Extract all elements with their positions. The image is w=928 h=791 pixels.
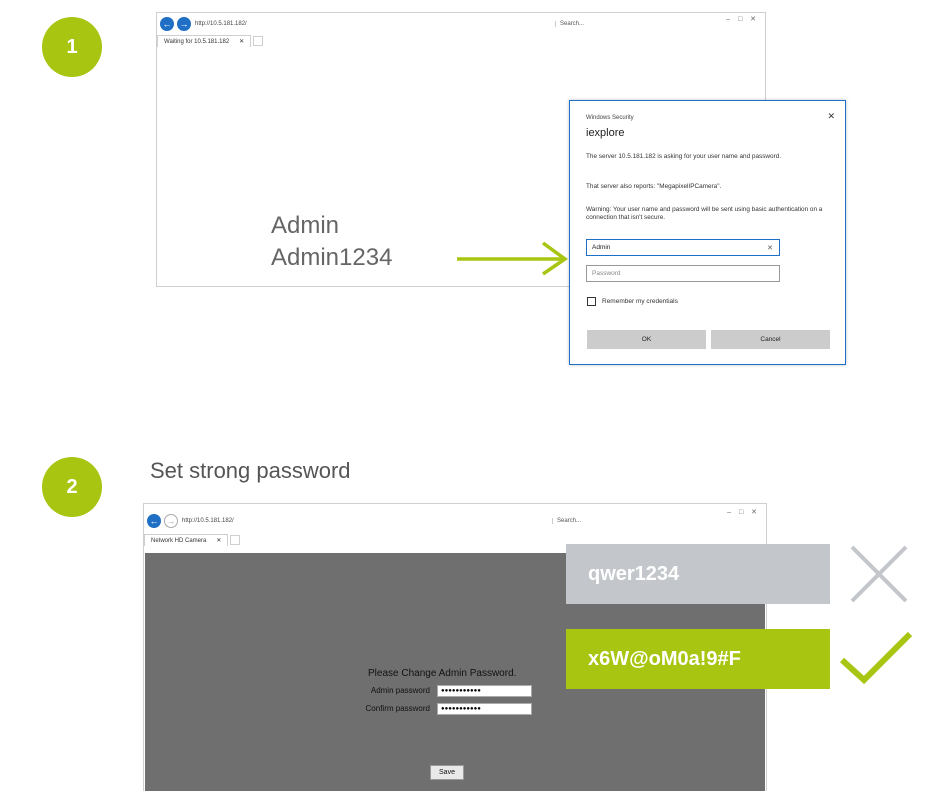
dialog-header: Windows Security	[586, 115, 634, 121]
strong-password-text: x6W@oM0a!9#F	[588, 647, 741, 670]
step-2-number: 2	[66, 475, 78, 498]
confirm-password-label: Confirm password	[365, 704, 430, 713]
back-button[interactable]: ←	[160, 17, 174, 31]
tab-close-icon[interactable]: ✕	[239, 38, 244, 45]
ok-button[interactable]: OK	[587, 330, 706, 349]
clear-icon[interactable]: ✕	[767, 244, 773, 252]
window-controls-icon[interactable]: – □ ✕	[727, 508, 760, 516]
remember-label: Remember my credentials	[602, 298, 678, 305]
address-bar-row: ← → http://10.5.181.182/	[157, 13, 765, 35]
tab-close-icon[interactable]: ✕	[216, 537, 221, 544]
forward-button[interactable]: →	[177, 17, 191, 31]
back-button[interactable]: ←	[147, 514, 161, 528]
dialog-server-text: The server 10.5.181.182 is asking for yo…	[586, 153, 782, 160]
step-1-number: 1	[66, 35, 78, 58]
username-value: Admin	[592, 244, 611, 251]
admin-password-label: Admin password	[370, 686, 430, 695]
annotation-password: Admin1234	[271, 244, 393, 271]
tab-waiting[interactable]: Waiting for 10.5.181.182 ✕	[157, 35, 252, 47]
annotation-username: Admin	[271, 212, 340, 239]
weak-password-example: qwer1234	[566, 544, 830, 604]
dialog-app-name: iexplore	[586, 127, 625, 139]
step-2-subtitle: Set strong password	[150, 458, 351, 483]
arrow-icon	[457, 241, 569, 276]
cross-icon	[850, 545, 908, 603]
new-tab-button[interactable]	[253, 36, 264, 46]
tab-label: Network HD Camera	[151, 537, 207, 544]
url-text[interactable]: http://10.5.181.182/	[182, 518, 234, 524]
tab-row: Waiting for 10.5.181.182 ✕	[157, 35, 264, 47]
tab-label: Waiting for 10.5.181.182	[164, 38, 230, 45]
admin-password-input[interactable]: ●●●●●●●●●●●	[437, 685, 532, 697]
new-tab-button[interactable]	[230, 535, 241, 545]
dialog-warning-text: Warning: Your user name and password wil…	[586, 206, 823, 221]
dialog-realm-text: That server also reports: "MegapixelIPCa…	[586, 183, 722, 190]
cancel-button[interactable]: Cancel	[711, 330, 830, 349]
weak-password-text: qwer1234	[588, 562, 680, 585]
address-bar-row: ← → http://10.5.181.182/	[144, 510, 766, 532]
remember-credentials[interactable]: Remember my credentials	[587, 297, 678, 306]
forward-button[interactable]: →	[164, 514, 178, 528]
search-box[interactable]: Search...	[552, 518, 581, 524]
window-controls-icon[interactable]: – □ ✕	[726, 15, 759, 23]
change-password-title: Please Change Admin Password.	[368, 668, 517, 679]
save-button[interactable]: Save	[430, 765, 464, 780]
step-1-badge: 1	[42, 17, 102, 77]
windows-security-dialog: Windows Security ✕ iexplore The server 1…	[569, 100, 846, 365]
strong-password-example: x6W@oM0a!9#F	[566, 629, 830, 689]
password-placeholder: Password	[592, 270, 621, 277]
dialog-close-icon[interactable]: ✕	[827, 111, 835, 122]
url-text[interactable]: http://10.5.181.182/	[195, 21, 247, 27]
username-input[interactable]: Admin ✕	[586, 239, 780, 256]
step-2-badge: 2	[42, 457, 102, 517]
confirm-password-input[interactable]: ●●●●●●●●●●●	[437, 703, 532, 715]
search-box[interactable]: Search...	[555, 21, 584, 27]
tab-row: Network HD Camera ✕	[144, 534, 241, 546]
remember-checkbox[interactable]	[587, 297, 596, 306]
checkmark-icon	[839, 631, 913, 685]
password-input[interactable]: Password	[586, 265, 780, 282]
tab-camera[interactable]: Network HD Camera ✕	[144, 534, 229, 546]
